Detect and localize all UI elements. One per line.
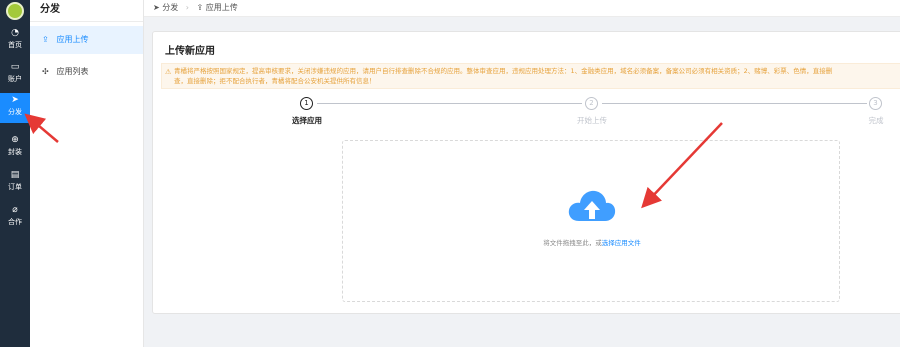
upload-hint-text: 将文件拖拽至此，或: [543, 239, 602, 247]
submenu-item-label: 应用上传: [56, 35, 89, 44]
clipboard-icon: ▤: [10, 170, 20, 180]
dashboard-icon: ◔: [11, 28, 19, 38]
warning-icon: ⚠: [165, 68, 172, 76]
upload-icon: ⇪: [42, 35, 49, 44]
step-1-label: 选择应用: [292, 116, 322, 125]
plus-circle-icon: ⊕: [11, 135, 19, 145]
select-app-file-link[interactable]: 选择应用文件: [602, 239, 641, 247]
send-icon: ➤: [153, 3, 160, 12]
nav-item-distribute[interactable]: ➤ 分发: [0, 93, 30, 123]
step-connector: [317, 103, 582, 104]
submenu-item-app-list[interactable]: ✣ 应用列表: [30, 58, 143, 86]
upload-steps: 1 2 3 选择应用 开始上传 完成: [153, 97, 900, 127]
step-connector: [602, 103, 867, 104]
logo[interactable]: [6, 2, 24, 20]
page-title: 上传新应用: [165, 46, 215, 57]
send-icon: ➤: [11, 95, 19, 105]
nav-item-account[interactable]: ▭ 账户: [0, 60, 30, 88]
nav-item-home[interactable]: ◔ 首页: [0, 26, 30, 54]
sub-menu: 分发 ⇪ 应用上传 ✣ 应用列表: [30, 0, 144, 347]
submenu-item-app-upload[interactable]: ⇪ 应用上传: [30, 26, 143, 54]
step-3-label: 完成: [868, 116, 884, 125]
warning-alert: ⚠ 青橘将严格按照国家规定，提高审核要求，关闭涉嫌违规的应用，请用户自行排查删除…: [161, 63, 900, 89]
alert-text-line-1: 青橘将严格按照国家规定，提高审核要求，关闭涉嫌违规的应用，请用户自行排查删除不合…: [174, 67, 833, 75]
nav-item-label: 订单: [8, 183, 22, 191]
nav-item-cooperation[interactable]: ⌀ 合作: [0, 203, 30, 231]
upload-hint: 将文件拖拽至此，或选择应用文件: [343, 237, 841, 247]
upload-card: 上传新应用 ⚠ 青橘将严格按照国家规定，提高审核要求，关闭涉嫌违规的应用，请用户…: [152, 31, 900, 314]
breadcrumb-item-app-upload: 应用上传: [205, 3, 238, 12]
upload-dropzone[interactable]: 将文件拖拽至此，或选择应用文件: [342, 140, 840, 302]
nav-item-label: 封装: [8, 148, 22, 156]
paperclip-icon: ⌀: [12, 205, 18, 215]
cloud-upload-icon[interactable]: [567, 189, 617, 227]
nav-item-label: 合作: [8, 218, 22, 226]
main-nav: ◔ 首页 ▭ 账户 ➤ 分发 ⊕ 封装 ▤ 订单 ⌀ 合作: [0, 0, 30, 347]
alert-text-line-2: 查，直接删除；拒不配合执行者，青橘将配合公安机关提供所有信息！: [174, 77, 376, 85]
nav-item-label: 分发: [8, 108, 22, 116]
folder-icon: ▭: [10, 62, 20, 72]
breadcrumb-separator: ›: [185, 3, 189, 12]
nav-item-label: 账户: [8, 75, 22, 83]
nav-item-label: 首页: [8, 41, 22, 49]
breadcrumb: ➤ 分发 › ⇪ 应用上传: [144, 0, 900, 17]
upload-icon: ⇪: [196, 3, 204, 12]
breadcrumb-item-distribute[interactable]: 分发: [162, 3, 178, 12]
nav-item-orders[interactable]: ▤ 订单: [0, 168, 30, 196]
puzzle-icon: ✣: [42, 67, 49, 76]
step-1-circle: 1: [300, 97, 313, 110]
submenu-item-label: 应用列表: [56, 67, 89, 76]
step-2-label: 开始上传: [577, 116, 607, 125]
step-3-circle: 3: [869, 97, 882, 110]
step-2-circle: 2: [585, 97, 598, 110]
submenu-title: 分发: [30, 0, 143, 22]
nav-item-package[interactable]: ⊕ 封装: [0, 133, 30, 161]
